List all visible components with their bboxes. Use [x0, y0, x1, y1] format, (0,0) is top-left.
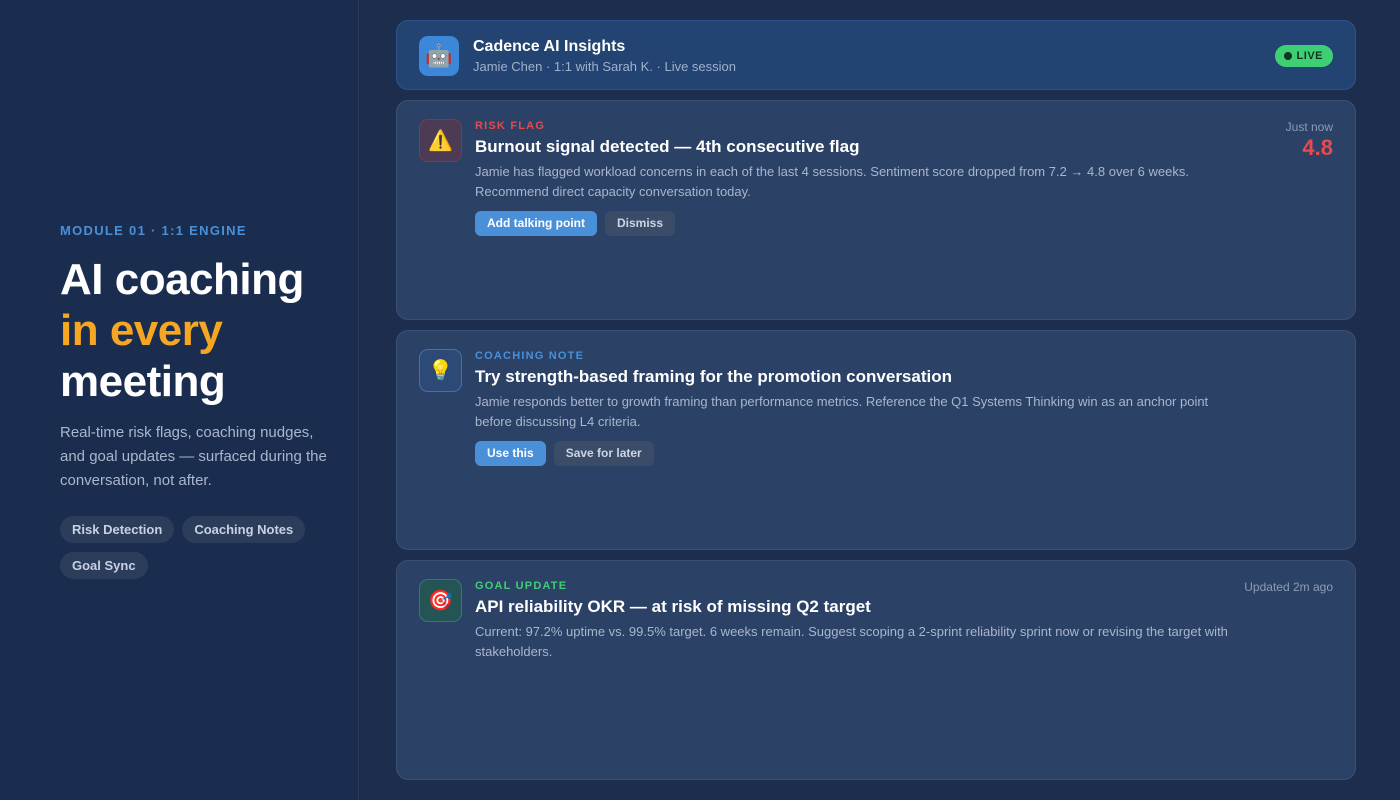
card-body: Jamie has flagged workload concerns in e… — [475, 164, 1189, 199]
live-label: LIVE — [1296, 50, 1323, 62]
lightbulb-icon: 💡 — [419, 349, 462, 392]
sentiment-score: 4.8 — [1302, 135, 1333, 160]
card-actions: Use this Save for later — [475, 441, 654, 466]
use-this-button[interactable]: Use this — [475, 441, 546, 466]
headline-line-3: meeting — [60, 357, 226, 406]
lede-text: Real-time risk flags, coaching nudges, a… — [60, 424, 327, 489]
goal-update-card: 🎯 GOAL UPDATE API reliability OKR — at r… — [396, 560, 1356, 780]
warning-icon: ⚠️ — [419, 119, 462, 162]
header-subtitle: Jamie Chen · 1:1 with Sarah K. · Live se… — [473, 59, 737, 74]
tag-risk-detection: Risk Detection — [60, 516, 175, 543]
card-timestamp: Updated 2m ago — [1244, 580, 1333, 594]
header-title: Cadence AI Insights — [473, 38, 626, 55]
headline-accent: in every — [60, 306, 223, 355]
card-title: API reliability OKR — at risk of missing… — [475, 597, 871, 616]
left-panel: MODULE 01 · 1:1 ENGINE AI coaching in ev… — [0, 0, 359, 800]
card-kicker: RISK FLAG — [475, 120, 546, 132]
tag-goal-sync: Goal Sync — [60, 552, 148, 579]
dismiss-button[interactable]: Dismiss — [605, 211, 676, 236]
coaching-note-card: 💡 COACHING NOTE Try strength-based frami… — [396, 330, 1356, 550]
card-body: Jamie responds better to growth framing … — [475, 394, 1209, 429]
headline-line-1: AI coaching — [60, 255, 304, 304]
robot-icon: 🤖 — [419, 36, 459, 76]
insights-header: 🤖 Cadence AI Insights Jamie Chen · 1:1 w… — [396, 20, 1356, 90]
page-headline: AI coaching in every meeting — [60, 254, 350, 407]
module-eyebrow: MODULE 01 · 1:1 ENGINE — [60, 223, 247, 238]
card-actions: Add talking point Dismiss — [475, 211, 676, 236]
risk-flag-card: ⚠️ RISK FLAG Burnout signal detected — 4… — [396, 100, 1356, 320]
add-talking-point-button[interactable]: Add talking point — [475, 211, 597, 236]
save-for-later-button[interactable]: Save for later — [553, 441, 654, 466]
card-title: Burnout signal detected — 4th consecutiv… — [475, 137, 860, 156]
card-kicker: GOAL UPDATE — [475, 580, 568, 592]
live-dot-icon — [1283, 52, 1292, 60]
card-kicker: COACHING NOTE — [475, 350, 585, 362]
tag-coaching-notes: Coaching Notes — [182, 516, 306, 543]
target-icon: 🎯 — [419, 579, 462, 622]
card-body: Current: 97.2% uptime vs. 99.5% target. … — [475, 624, 1228, 659]
card-title: Try strength-based framing for the promo… — [475, 367, 952, 386]
live-badge: LIVE — [1274, 45, 1333, 67]
card-timestamp: Just now — [1285, 120, 1333, 134]
feature-tags: Risk Detection Coaching Notes Goal Sync — [60, 516, 330, 579]
